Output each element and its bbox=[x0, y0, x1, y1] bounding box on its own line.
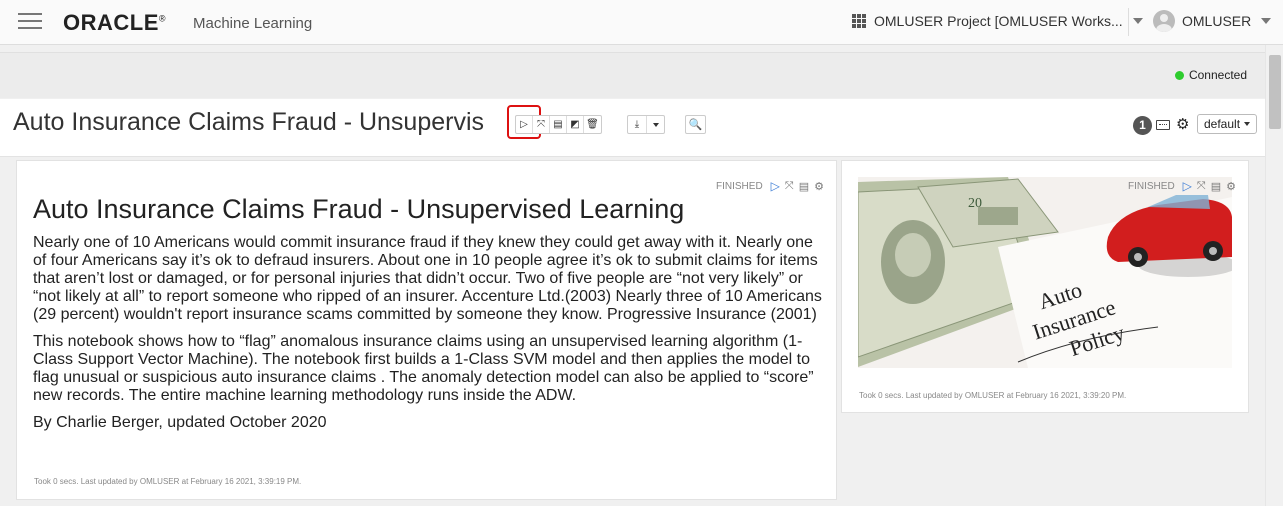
delete-button[interactable]: 🗑 bbox=[584, 116, 601, 133]
paragraph-body: Nearly one of 10 Americans would commit … bbox=[33, 234, 823, 441]
play-icon[interactable]: ▷ bbox=[1183, 179, 1192, 193]
chevron-down-icon bbox=[1261, 18, 1272, 24]
last-updated-text: Took 0 secs. Last updated by OMLUSER at … bbox=[34, 477, 302, 486]
book-icon[interactable]: ▤ bbox=[799, 180, 809, 193]
paragraph-actions-group: ▷ ⤧ ▤ ◩ 🗑 bbox=[515, 115, 602, 134]
expand-icon: ⤧ bbox=[537, 119, 545, 130]
interpreter-count-badge[interactable]: 1 bbox=[1133, 116, 1152, 135]
notebook-toolbar: Auto Insurance Claims Fraud - Unsupervis… bbox=[0, 99, 1265, 157]
gear-icon[interactable]: ⚙ bbox=[1226, 180, 1236, 193]
chevron-down-icon bbox=[1244, 122, 1251, 126]
oracle-logo: ORACLE® bbox=[63, 10, 167, 35]
header-divider bbox=[1128, 8, 1129, 36]
run-all-button[interactable]: ▷ bbox=[516, 116, 533, 133]
interpreter-binding-select[interactable]: default bbox=[1197, 114, 1258, 134]
last-updated-text: Took 0 secs. Last updated by OMLUSER at … bbox=[859, 391, 1127, 400]
paragraph-status: FINISHED bbox=[1128, 180, 1175, 192]
connection-label: Connected bbox=[1188, 68, 1247, 82]
keyboard-icon[interactable] bbox=[1156, 120, 1170, 130]
hide-output-button[interactable]: ▤ bbox=[550, 116, 567, 133]
play-icon[interactable]: ▷ bbox=[771, 179, 780, 193]
gear-icon[interactable]: ⚙ bbox=[814, 180, 824, 193]
status-bar: Connected bbox=[0, 52, 1265, 98]
paragraph-status: FINISHED bbox=[716, 180, 763, 192]
avatar bbox=[1153, 10, 1175, 32]
paragraph-text-2: This notebook shows how to “flag” anomal… bbox=[33, 333, 814, 404]
user-name: OMLUSER bbox=[1182, 13, 1252, 29]
svg-text:20: 20 bbox=[968, 196, 982, 211]
insurance-policy-image: 20 Auto Insurance Policy bbox=[858, 177, 1232, 368]
vertical-scrollbar[interactable] bbox=[1265, 45, 1283, 506]
project-label: OMLUSER Project [OMLUSER Works... bbox=[874, 13, 1123, 29]
notebook-title[interactable]: Auto Insurance Claims Fraud - Unsupervis bbox=[13, 108, 513, 137]
paragraph-heading: Auto Insurance Claims Fraud - Unsupervis… bbox=[33, 194, 685, 224]
connected-dot-icon bbox=[1174, 70, 1184, 80]
connection-status: Connected bbox=[1174, 68, 1247, 82]
play-icon: ▷ bbox=[520, 119, 528, 130]
paragraph-text-3: By Charlie Berger, updated October 2020 bbox=[33, 414, 327, 431]
download-icon: ⤓ bbox=[634, 119, 640, 130]
user-menu[interactable]: OMLUSER bbox=[1153, 10, 1272, 32]
paragraph-controls: FINISHED ▷ ⤧ ▤ ⚙ bbox=[1128, 179, 1236, 193]
top-header: ORACLE® Machine Learning OMLUSER Project… bbox=[0, 0, 1283, 45]
insurance-policy-illustration: 20 Auto Insurance Policy bbox=[858, 177, 1232, 368]
export-group: ⤓ bbox=[627, 115, 665, 134]
hide-code-button[interactable]: ⤧ bbox=[533, 116, 550, 133]
search-icon: 🔍 bbox=[688, 119, 703, 131]
export-dropdown-button[interactable] bbox=[647, 116, 664, 133]
scrollbar-thumb[interactable] bbox=[1269, 55, 1281, 129]
gear-icon[interactable]: ⚙ bbox=[1176, 115, 1189, 133]
chevron-down-icon bbox=[652, 122, 659, 127]
image-paragraph: 20 Auto Insurance Policy FINISHED ▷ ⤧ ▤ … bbox=[841, 160, 1249, 413]
search-button[interactable]: 🔍 bbox=[685, 115, 706, 134]
trash-icon: 🗑 bbox=[586, 119, 599, 130]
paragraph-controls: FINISHED ▷ ⤧ ▤ ⚙ bbox=[716, 179, 824, 193]
project-selector[interactable]: OMLUSER Project [OMLUSER Works... bbox=[852, 13, 1143, 29]
product-name: Machine Learning bbox=[193, 15, 313, 32]
expand-icon[interactable]: ⤧ bbox=[785, 180, 794, 193]
export-button[interactable]: ⤓ bbox=[628, 116, 647, 133]
grid-icon bbox=[852, 14, 866, 28]
book-icon: ▤ bbox=[553, 119, 563, 130]
clear-output-button[interactable]: ◩ bbox=[567, 116, 584, 133]
paragraph-text-1: Nearly one of 10 Americans would commit … bbox=[33, 234, 822, 323]
expand-icon[interactable]: ⤧ bbox=[1197, 180, 1206, 193]
hamburger-menu-icon[interactable] bbox=[18, 13, 42, 31]
markdown-paragraph: FINISHED ▷ ⤧ ▤ ⚙ Auto Insurance Claims F… bbox=[16, 160, 837, 500]
eraser-icon: ◩ bbox=[570, 119, 580, 130]
chevron-down-icon bbox=[1132, 18, 1143, 24]
book-icon[interactable]: ▤ bbox=[1211, 180, 1221, 193]
binding-label: default bbox=[1204, 117, 1241, 131]
